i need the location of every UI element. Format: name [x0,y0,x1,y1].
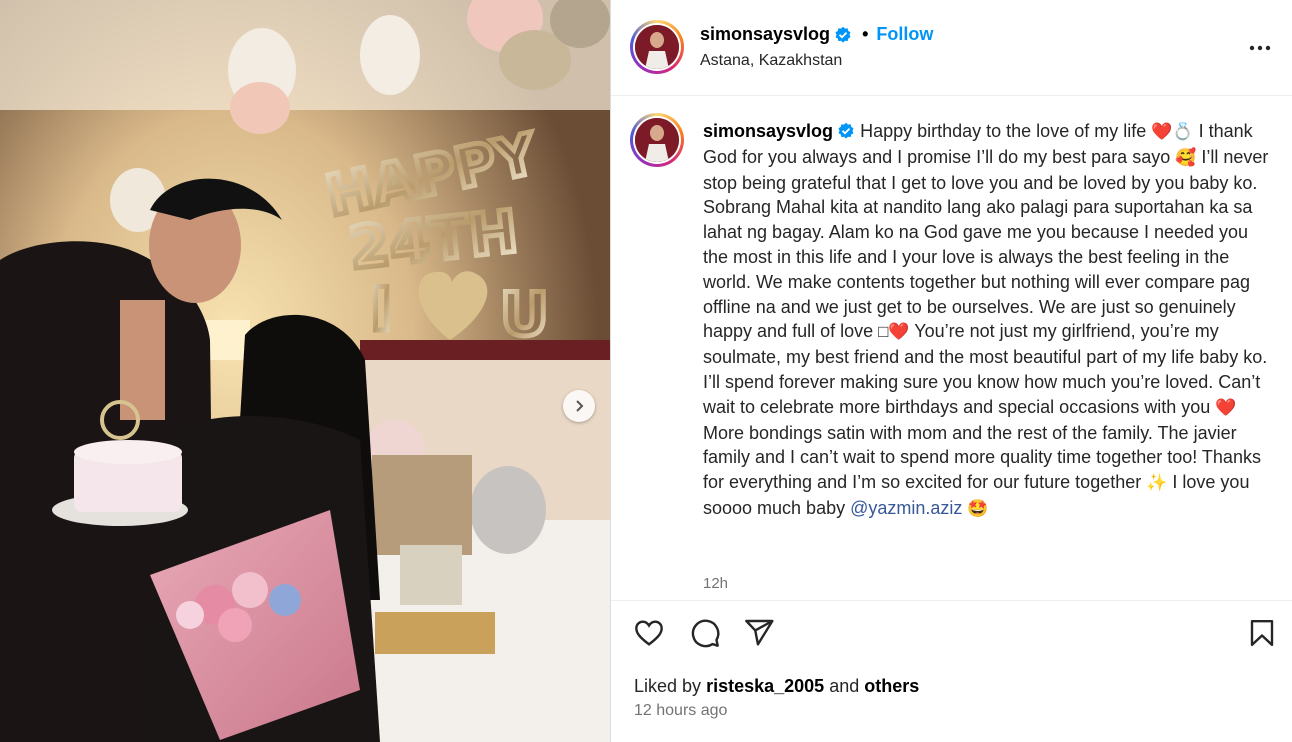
smiling-hearts-emoji: 🥰 [1175,147,1197,167]
liked-by-user[interactable]: risteska_2005 [706,676,824,696]
liked-by-others[interactable]: others [864,676,919,696]
header-name-row: simonsaysvlog • Follow [700,24,933,45]
heart-emoji: □❤️ [878,322,910,342]
separator-dot: • [862,24,869,44]
save-bookmark-icon[interactable] [1247,617,1277,649]
caption-text: Happy birthday to the love of my life [860,121,1152,141]
author-avatar[interactable] [630,20,684,74]
more-horizontal-icon[interactable] [1248,36,1272,60]
heart-emoji: ❤️ [1215,397,1237,417]
post-caption: simonsaysvlog Happy birthday to the love… [703,119,1273,522]
author-username[interactable]: simonsaysvlog [700,24,830,45]
post-photo: HAPPY 24TH I U [0,0,610,742]
posted-time[interactable]: 12 hours ago [634,702,727,720]
sparkles-emoji: ✨ [1146,473,1168,493]
verified-badge-icon [838,122,854,139]
action-bar [611,600,1292,666]
post-header: simonsaysvlog • Follow Astana, Kazakhsta… [611,0,1292,96]
follow-button[interactable]: Follow [876,24,933,45]
photo-scene: HAPPY 24TH I U [0,0,610,742]
like-heart-icon[interactable] [633,617,665,649]
post-location[interactable]: Astana, Kazakhstan [700,52,842,70]
post-sidebar: simonsaysvlog • Follow Astana, Kazakhsta… [610,0,1292,742]
post-dialog: HAPPY 24TH I U simonsaysvlog • Follow As… [0,0,1292,742]
balloon-text-i: I [370,275,392,345]
avatar-image [635,118,679,162]
caption-text: I’ll never stop being grateful that I ge… [703,146,1269,342]
avatar-image [635,25,679,69]
liked-by-and: and [829,676,860,696]
comment-icon[interactable] [689,617,721,649]
verified-badge-icon [835,26,851,43]
liked-by-prefix: Liked by [634,676,702,696]
star-eyes-emoji: 🤩 [967,498,989,518]
mention-link[interactable]: @yazmin.aziz [850,498,962,518]
chevron-right-icon [576,400,584,412]
balloon-text-u: U [500,280,549,350]
liked-by-line: Liked by risteska_2005 and others [634,676,919,697]
share-send-icon[interactable] [743,617,775,649]
heart-ring-emoji: ❤️💍 [1151,122,1194,141]
next-photo-button[interactable] [563,390,595,422]
caption-username[interactable]: simonsaysvlog [703,121,833,141]
caption-author-avatar[interactable] [630,113,684,167]
caption-timestamp[interactable]: 12h [703,575,728,592]
